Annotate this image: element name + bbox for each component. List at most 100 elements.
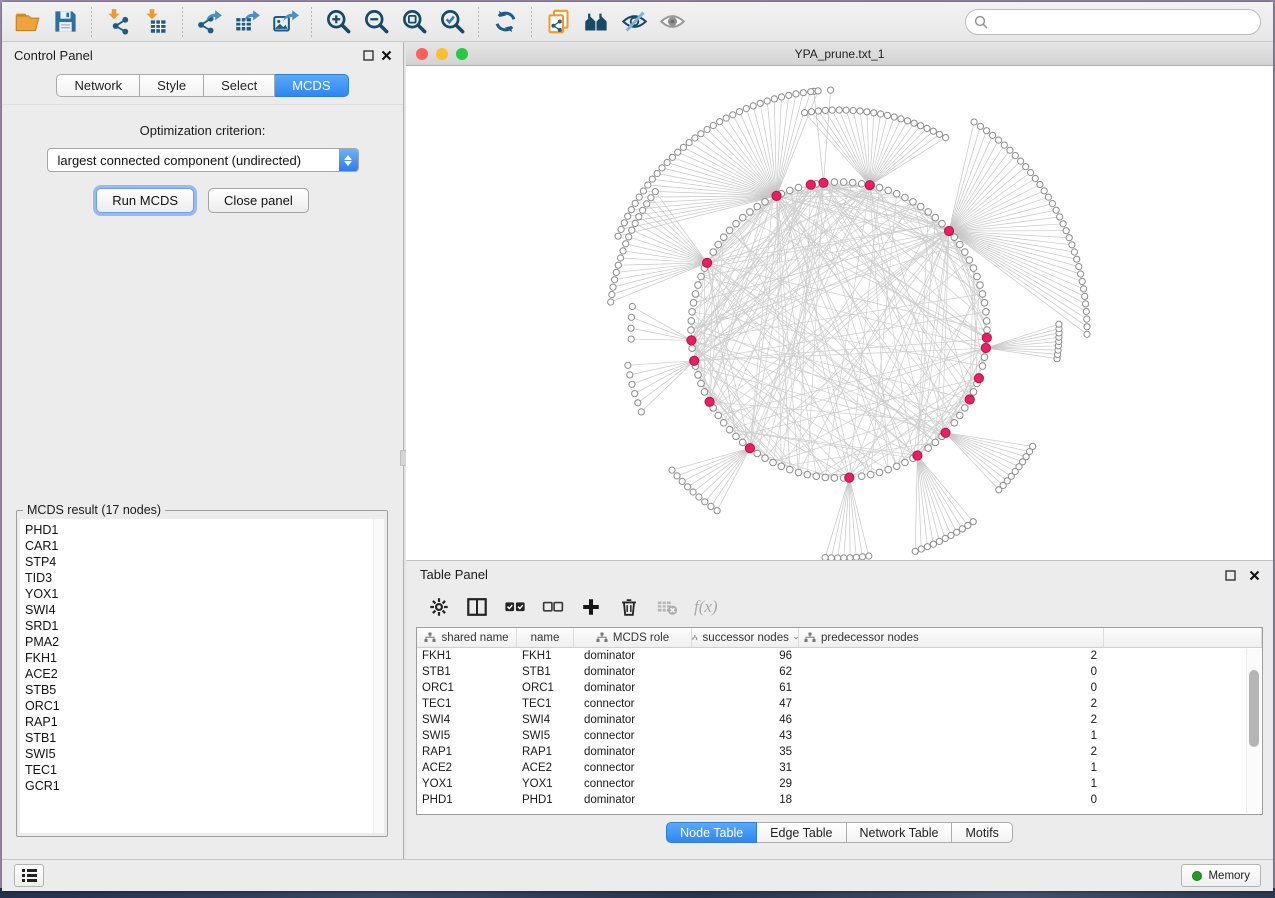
zoom-fit-button[interactable] bbox=[395, 5, 433, 39]
mcds-result-item[interactable]: STB1 bbox=[25, 730, 384, 746]
cell-name[interactable]: STB1 bbox=[517, 664, 574, 680]
deselect-all-button[interactable] bbox=[542, 594, 564, 620]
open-file-button[interactable] bbox=[8, 5, 46, 39]
network-graph[interactable] bbox=[406, 66, 1272, 560]
mcds-result-item[interactable]: TID3 bbox=[25, 570, 384, 586]
table-row[interactable]: ORC1ORC1dominator610 bbox=[417, 680, 1262, 696]
cell-shared-name[interactable]: TEC1 bbox=[417, 696, 517, 712]
function-builder-button[interactable]: f(x) bbox=[694, 594, 718, 620]
add-column-button[interactable] bbox=[580, 594, 602, 620]
tab-select[interactable]: Select bbox=[204, 74, 275, 97]
tab-motifs[interactable]: Motifs bbox=[952, 822, 1012, 843]
cell-successor-nodes[interactable]: 46 bbox=[692, 712, 799, 728]
table-panel-float-button[interactable] bbox=[1221, 567, 1239, 583]
tab-style[interactable]: Style bbox=[140, 74, 204, 97]
cell-mcds-role[interactable]: connector bbox=[574, 760, 692, 776]
export-image-button[interactable] bbox=[266, 5, 304, 39]
cell-successor-nodes[interactable]: 47 bbox=[692, 696, 799, 712]
tab-edge-table[interactable]: Edge Table bbox=[757, 822, 846, 843]
table-scrollbar-thumb[interactable] bbox=[1249, 670, 1259, 747]
column-header-shared-name[interactable]: shared name bbox=[417, 628, 517, 648]
import-network-button[interactable] bbox=[99, 5, 137, 39]
import-table-button[interactable] bbox=[137, 5, 175, 39]
cell-predecessor-nodes[interactable]: 1 bbox=[799, 776, 1104, 792]
run-mcds-button[interactable]: Run MCDS bbox=[96, 188, 194, 213]
cell-name[interactable]: ORC1 bbox=[517, 680, 574, 696]
tab-node-table[interactable]: Node Table bbox=[666, 822, 757, 843]
cell-predecessor-nodes[interactable]: 2 bbox=[799, 712, 1104, 728]
zoom-in-button[interactable] bbox=[319, 5, 357, 39]
mcds-result-list[interactable]: PHD1CAR1STP4TID3YOX1SWI4SRD1PMA2FKH1ACE2… bbox=[20, 519, 384, 833]
cell-predecessor-nodes[interactable]: 0 bbox=[799, 664, 1104, 680]
cell-predecessor-nodes[interactable]: 1 bbox=[799, 760, 1104, 776]
hide-selected-button[interactable] bbox=[615, 5, 653, 39]
table-row[interactable]: RAP1RAP1dominator352 bbox=[417, 744, 1262, 760]
column-header-predecessor-nodes[interactable]: predecessor nodes bbox=[799, 628, 1104, 648]
cell-predecessor-nodes[interactable]: 0 bbox=[799, 792, 1104, 808]
table-options-button[interactable] bbox=[428, 594, 450, 620]
cell-shared-name[interactable]: SWI4 bbox=[417, 712, 517, 728]
cell-name[interactable]: ACE2 bbox=[517, 760, 574, 776]
tab-mcds[interactable]: MCDS bbox=[275, 74, 348, 97]
cell-shared-name[interactable]: YOX1 bbox=[417, 776, 517, 792]
table-row[interactable]: STB1STB1dominator620 bbox=[417, 664, 1262, 680]
mcds-result-item[interactable]: SWI4 bbox=[25, 602, 384, 618]
cell-shared-name[interactable]: ORC1 bbox=[417, 680, 517, 696]
cell-mcds-role[interactable]: dominator bbox=[574, 664, 692, 680]
select-all-button[interactable] bbox=[504, 594, 526, 620]
tab-network[interactable]: Network bbox=[56, 74, 140, 97]
control-panel-float-button[interactable] bbox=[359, 47, 377, 63]
cell-name[interactable]: FKH1 bbox=[517, 648, 574, 664]
cell-successor-nodes[interactable]: 62 bbox=[692, 664, 799, 680]
cell-successor-nodes[interactable]: 96 bbox=[692, 648, 799, 664]
cell-shared-name[interactable]: RAP1 bbox=[417, 744, 517, 760]
cell-shared-name[interactable]: SWI5 bbox=[417, 728, 517, 744]
close-panel-button[interactable]: Close panel bbox=[208, 188, 309, 213]
memory-button[interactable]: Memory bbox=[1181, 864, 1261, 887]
cell-shared-name[interactable]: STB1 bbox=[417, 664, 517, 680]
table-row[interactable]: ACE2ACE2connector311 bbox=[417, 760, 1262, 776]
cell-shared-name[interactable]: FKH1 bbox=[417, 648, 517, 664]
show-all-button[interactable] bbox=[653, 5, 691, 39]
cell-mcds-role[interactable]: dominator bbox=[574, 744, 692, 760]
cell-predecessor-nodes[interactable]: 2 bbox=[799, 696, 1104, 712]
column-header-name[interactable]: name bbox=[517, 628, 574, 648]
cell-successor-nodes[interactable]: 31 bbox=[692, 760, 799, 776]
mcds-result-item[interactable]: STB5 bbox=[25, 682, 384, 698]
task-history-button[interactable] bbox=[14, 864, 44, 887]
search-input[interactable] bbox=[965, 9, 1261, 35]
cell-successor-nodes[interactable]: 18 bbox=[692, 792, 799, 808]
delete-column-button[interactable] bbox=[618, 594, 640, 620]
mcds-result-item[interactable]: STP4 bbox=[25, 554, 384, 570]
criterion-dropdown[interactable]: largest connected component (undirected) bbox=[47, 148, 359, 172]
cell-mcds-role[interactable]: dominator bbox=[574, 648, 692, 664]
tab-network-table[interactable]: Network Table bbox=[847, 822, 953, 843]
export-table-button[interactable] bbox=[228, 5, 266, 39]
mcds-result-item[interactable]: CAR1 bbox=[25, 538, 384, 554]
node-table[interactable]: shared namenameMCDS rolesuccessor nodesp… bbox=[416, 627, 1263, 815]
cell-name[interactable]: RAP1 bbox=[517, 744, 574, 760]
table-row[interactable]: YOX1YOX1connector291 bbox=[417, 776, 1262, 792]
column-header-successor-nodes[interactable]: successor nodes bbox=[692, 628, 799, 648]
mcds-result-item[interactable]: RAP1 bbox=[25, 714, 384, 730]
cell-mcds-role[interactable]: connector bbox=[574, 728, 692, 744]
cell-predecessor-nodes[interactable]: 2 bbox=[799, 648, 1104, 664]
mcds-result-item[interactable]: ORC1 bbox=[25, 698, 384, 714]
cell-mcds-role[interactable]: connector bbox=[574, 776, 692, 792]
mcds-result-item[interactable]: FKH1 bbox=[25, 650, 384, 666]
control-panel-close-button[interactable] bbox=[377, 47, 395, 63]
cell-successor-nodes[interactable]: 35 bbox=[692, 744, 799, 760]
table-row[interactable]: SWI5SWI5connector431 bbox=[417, 728, 1262, 744]
cell-name[interactable]: SWI4 bbox=[517, 712, 574, 728]
network-window-titlebar[interactable]: YPA_prune.txt_1 bbox=[406, 42, 1273, 66]
mcds-result-item[interactable]: TEC1 bbox=[25, 762, 384, 778]
mcds-result-item[interactable]: GCR1 bbox=[25, 778, 384, 794]
cell-name[interactable]: TEC1 bbox=[517, 696, 574, 712]
cell-name[interactable]: SWI5 bbox=[517, 728, 574, 744]
show-columns-button[interactable] bbox=[466, 594, 488, 620]
cell-predecessor-nodes[interactable]: 2 bbox=[799, 744, 1104, 760]
table-row[interactable]: PHD1PHD1dominator180 bbox=[417, 792, 1262, 808]
cell-shared-name[interactable]: ACE2 bbox=[417, 760, 517, 776]
mcds-result-item[interactable]: PMA2 bbox=[25, 634, 384, 650]
cell-mcds-role[interactable]: dominator bbox=[574, 792, 692, 808]
